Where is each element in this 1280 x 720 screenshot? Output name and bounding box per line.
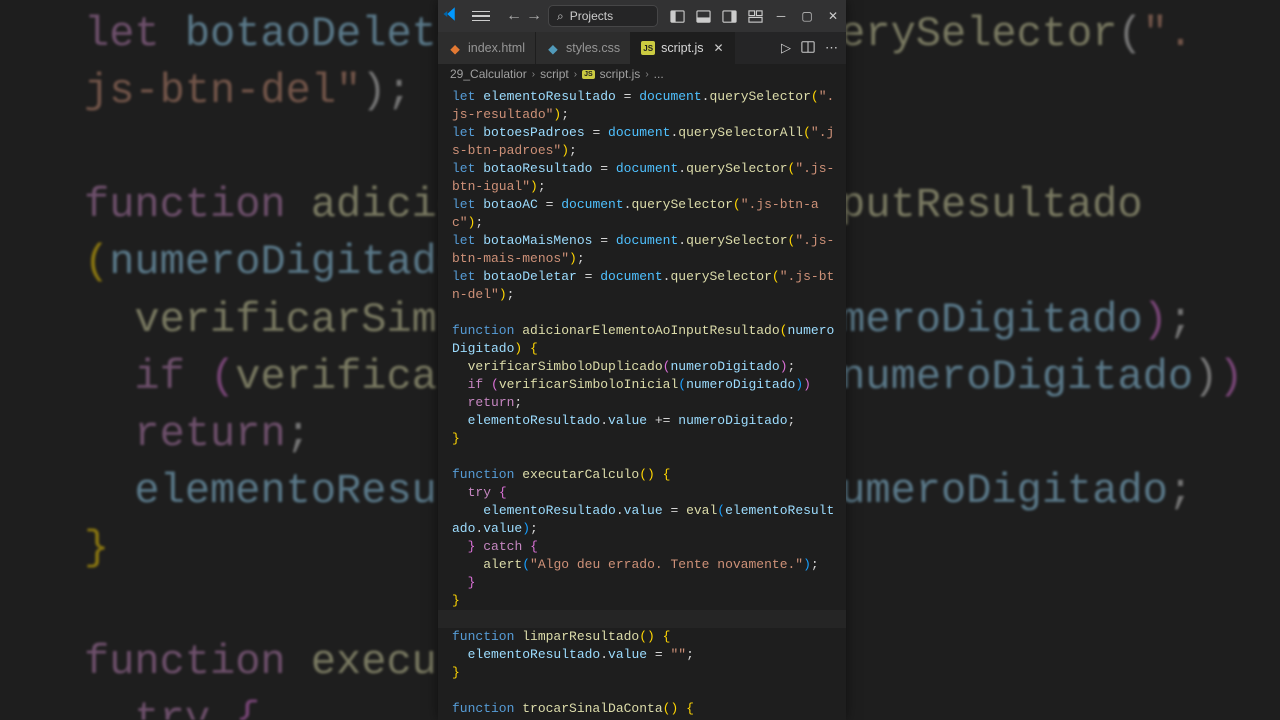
tab-index-html[interactable]: ◆ index.html [438, 32, 536, 64]
js-file-icon: JS [641, 41, 655, 55]
tab-label: script.js [661, 41, 703, 55]
code-line[interactable] [438, 610, 846, 628]
code-line[interactable]: let botaoResultado = document.querySelec… [438, 160, 846, 196]
editor-tabs: ◆ index.html ◆ styles.css JS script.js ✕… [438, 32, 846, 64]
nav-forward-icon[interactable]: → [526, 7, 542, 25]
code-line[interactable]: let botoesPadroes = document.querySelect… [438, 124, 846, 160]
code-line[interactable]: let botaoDeletar = document.querySelecto… [438, 268, 846, 304]
code-line[interactable]: alert("Algo deu errado. Tente novamente.… [438, 556, 846, 574]
split-editor-icon[interactable] [801, 40, 815, 57]
code-line[interactable]: if (verificarSimboloInicial(numeroDigita… [438, 376, 846, 394]
breadcrumb-part: script [540, 67, 569, 81]
code-editor[interactable]: let elementoResultado = document.querySe… [438, 84, 846, 720]
window-maximize-icon[interactable]: ▢ [798, 9, 816, 23]
hamburger-menu-icon[interactable] [472, 7, 490, 25]
breadcrumb-part: ... [654, 67, 664, 81]
code-line[interactable]: return; [438, 394, 846, 412]
more-actions-icon[interactable]: ⋯ [825, 40, 838, 56]
code-line[interactable]: } catch { [438, 538, 846, 556]
code-line[interactable]: function limparResultado() { [438, 628, 846, 646]
vscode-logo-icon [442, 5, 460, 28]
code-line[interactable]: try { [438, 484, 846, 502]
window-close-icon[interactable]: ✕ [824, 9, 842, 23]
css-file-icon: ◆ [546, 41, 560, 55]
layout-panel-icon[interactable] [694, 8, 712, 23]
code-line[interactable]: elementoResultado.value += numeroDigitad… [438, 412, 846, 430]
html-file-icon: ◆ [448, 41, 462, 55]
js-file-icon: JS [582, 70, 595, 79]
tab-label: index.html [468, 41, 525, 55]
code-line[interactable]: elementoResultado.value = ""; [438, 646, 846, 664]
tab-script-js[interactable]: JS script.js ✕ [631, 32, 734, 64]
breadcrumb-part: 29_Calculatior [450, 67, 527, 81]
nav-back-icon[interactable]: ← [506, 7, 522, 25]
code-line[interactable] [438, 304, 846, 322]
vscode-window: ← → ⌕ Projects ─ ▢ ✕ [438, 0, 846, 720]
code-line[interactable]: } [438, 664, 846, 682]
code-line[interactable]: verificarSimboloDuplicado(numeroDigitado… [438, 358, 846, 376]
code-line[interactable]: } [438, 574, 846, 592]
layout-primary-sidebar-icon[interactable] [668, 8, 686, 23]
run-code-icon[interactable]: ▷ [781, 40, 791, 56]
breadcrumb[interactable]: 29_Calculatior › script › JS script.js ›… [438, 64, 846, 84]
chevron-right-icon: › [532, 69, 535, 80]
customize-layout-icon[interactable] [746, 8, 764, 23]
tab-styles-css[interactable]: ◆ styles.css [536, 32, 631, 64]
window-minimize-icon[interactable]: ─ [772, 9, 790, 23]
titlebar: ← → ⌕ Projects ─ ▢ ✕ [438, 0, 846, 32]
code-line[interactable]: let botaoAC = document.querySelector(".j… [438, 196, 846, 232]
chevron-right-icon: › [574, 69, 577, 80]
tab-close-icon[interactable]: ✕ [714, 41, 724, 55]
code-line[interactable]: } [438, 430, 846, 448]
code-line[interactable] [438, 448, 846, 466]
code-line[interactable]: let botaoMaisMenos = document.querySelec… [438, 232, 846, 268]
code-line[interactable]: } [438, 592, 846, 610]
search-placeholder: Projects [570, 9, 613, 23]
breadcrumb-part: script.js [600, 67, 641, 81]
code-line[interactable]: function adicionarElementoAoInputResulta… [438, 322, 846, 358]
command-center-search[interactable]: ⌕ Projects [548, 5, 658, 27]
code-line[interactable] [438, 682, 846, 700]
chevron-right-icon: › [645, 69, 648, 80]
code-line[interactable]: function executarCalculo() { [438, 466, 846, 484]
code-line[interactable]: let elementoResultado = document.querySe… [438, 88, 846, 124]
tab-label: styles.css [566, 41, 620, 55]
layout-secondary-sidebar-icon[interactable] [720, 8, 738, 23]
code-line[interactable]: function trocarSinalDaConta() { [438, 700, 846, 718]
code-line[interactable]: elementoResultado.value = eval(elementoR… [438, 502, 846, 538]
search-icon: ⌕ [557, 9, 564, 24]
